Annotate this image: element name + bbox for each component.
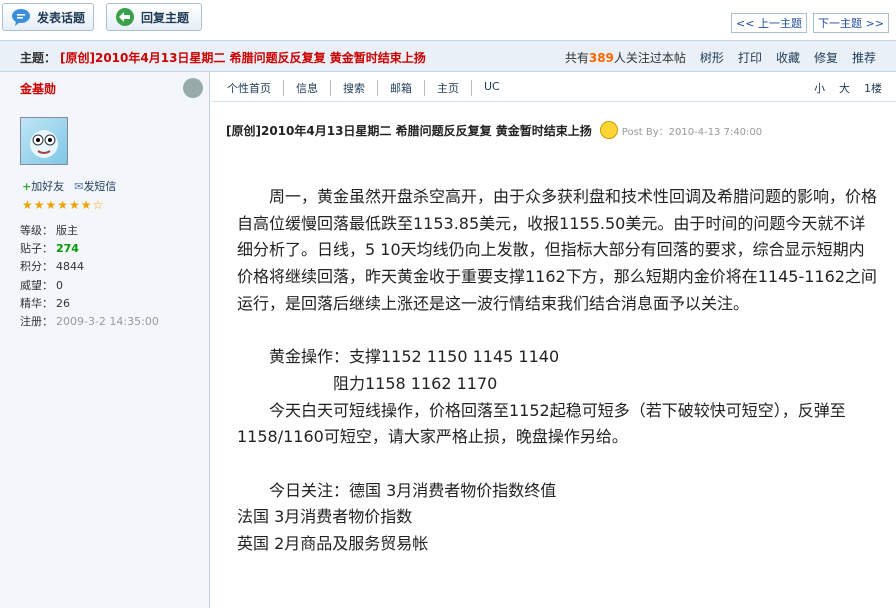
- speech-bubble-icon: [11, 7, 31, 27]
- profile-home-link[interactable]: 个性首页: [227, 80, 283, 96]
- prev-topic-button[interactable]: << 上一主题: [731, 13, 807, 33]
- rank-stars: ★★★★★★☆: [22, 198, 105, 212]
- stat-registered: 注册： 2009-3-2 14:35:00: [20, 315, 159, 329]
- user-stats: 等级： 版主 贴子： 274 积分： 4844 威望： 0 精华： 26 注册： 2009-…: [20, 222, 159, 331]
- subject-actions: 共有389人关注过本帖 树形 打印 收藏 修复 推荐: [565, 49, 876, 66]
- post-paragraph: 黄金操作：支撑1152 1150 1145 1140: [237, 347, 560, 367]
- post-paragraph: 英国 2月商品及服务贸易帐: [237, 534, 429, 554]
- post-paragraph: 周一，黄金虽然开盘杀空高开，由于众多获利盘和技术性回调及希腊问题的影响，价格自高…: [237, 187, 878, 313]
- homepage-link[interactable]: 主页: [424, 80, 471, 96]
- reply-topic-button[interactable]: 回复主题: [106, 3, 202, 31]
- subject-label: 主题：: [20, 51, 57, 65]
- followers-info: 共有389人关注过本帖: [564, 51, 686, 65]
- stat-prestige: 威望： 0: [20, 278, 63, 292]
- add-friend-link[interactable]: +加好友: [22, 178, 64, 194]
- repair-link[interactable]: 修复: [814, 49, 838, 66]
- subject-bar: 主题： [原创]2010年4月13日星期二 希腊问题反反复复 黄金暂时结束上扬 …: [0, 40, 896, 72]
- reply-arrow-icon: [115, 7, 135, 27]
- toolbar: 发表话题 回复主题 << 上一主题 下一主题 >>: [0, 0, 896, 40]
- post-header: [原创]2010年4月13日星期二 希腊问题反反复复 黄金暂时结束上扬 Post…: [226, 121, 762, 139]
- subject-title: [原创]2010年4月13日星期二 希腊问题反反复复 黄金暂时结束上扬: [60, 51, 426, 65]
- send-message-link[interactable]: ✉发短信: [74, 178, 116, 194]
- user-sidebar: 金基勋 +加好友 ✉发短信 ★★★★★★☆ 等级： 版主 贴子： 274 积分： 48…: [0, 72, 210, 608]
- smiley-icon: [599, 121, 618, 139]
- user-status-icon: [183, 78, 203, 98]
- post-links: 个性首页 信息 搜索 邮箱 主页 UC: [227, 80, 512, 96]
- print-link[interactable]: 打印: [738, 49, 762, 66]
- post-paragraph: 今日关注：德国 3月消费者物价指数终值: [237, 480, 557, 500]
- post-topic-button[interactable]: 发表话题: [2, 3, 94, 31]
- info-link[interactable]: 信息: [283, 80, 330, 96]
- plus-icon: +: [22, 180, 32, 193]
- username[interactable]: 金基勋: [20, 80, 56, 97]
- post-topic-label: 发表话题: [37, 10, 86, 25]
- font-small-button[interactable]: 小: [814, 80, 825, 96]
- next-topic-button[interactable]: 下一主题 >>: [813, 13, 889, 33]
- stat-posts: 贴子： 274: [20, 242, 79, 256]
- font-large-button[interactable]: 大: [839, 80, 850, 96]
- user-links: +加好友 ✉发短信: [22, 178, 116, 194]
- followers-count: 389: [588, 51, 614, 65]
- post-paragraph: [237, 318, 877, 345]
- stat-level: 等级： 版主: [20, 224, 78, 237]
- tree-view-link[interactable]: 树形: [700, 49, 724, 66]
- recommend-link[interactable]: 推荐: [852, 49, 876, 66]
- post-title: [原创]2010年4月13日星期二 希腊问题反反复复 黄金暂时结束上扬: [226, 123, 592, 138]
- mailbox-link[interactable]: 邮箱: [377, 80, 424, 96]
- avatar[interactable]: [20, 117, 68, 165]
- reply-topic-label: 回复主题: [141, 10, 190, 25]
- favorite-link[interactable]: 收藏: [776, 49, 800, 66]
- stat-points: 积分： 4844: [20, 260, 84, 274]
- post-paragraph: 今天白天可短线操作，价格回落至1152起稳可短多（若下破较快可短空），反弹至11…: [237, 400, 846, 447]
- post-paragraph: 法国 3月消费者物价指数: [237, 507, 413, 527]
- font-size-controls: 小 大 1楼: [814, 80, 882, 96]
- stat-essence: 精华： 26: [20, 296, 70, 310]
- post-paragraph: [237, 451, 877, 478]
- uc-link[interactable]: UC: [471, 80, 512, 96]
- post-timestamp: Post By：2010-4-13 7:40:00: [621, 126, 763, 138]
- floor-number: 1楼: [864, 82, 882, 95]
- post-body: 周一，黄金虽然开盘杀空高开，由于众多获利盘和技术性回调及希腊问题的影响，价格自高…: [237, 184, 877, 558]
- search-link[interactable]: 搜索: [330, 80, 377, 96]
- post-toolbar: 个性首页 信息 搜索 邮箱 主页 UC 小 大 1楼: [211, 72, 896, 102]
- post-paragraph: 阻力1158 1162 1170: [237, 373, 498, 393]
